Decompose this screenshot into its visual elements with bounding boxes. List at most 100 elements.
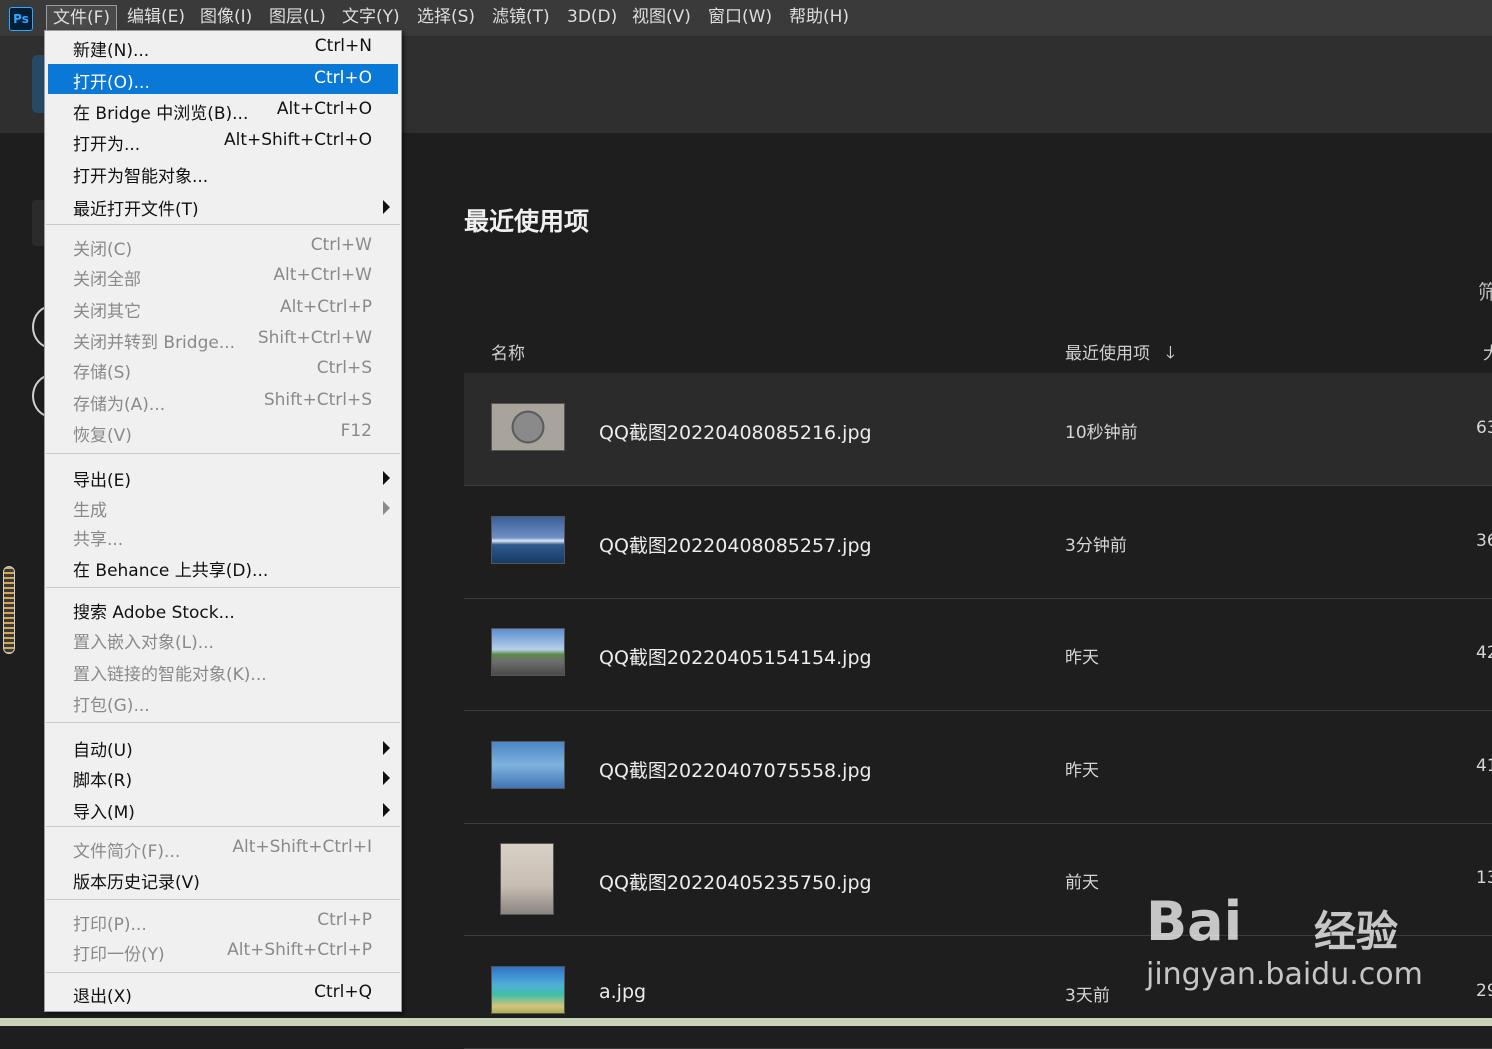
file-menu-item-label: 打印(P)... [73, 915, 147, 935]
file-menu-item-label: 存储为(A)... [73, 395, 166, 415]
file-menu-item-label: 文件简介(F)... [73, 842, 181, 862]
file-menu-item-label: 新建(N)... [73, 41, 150, 61]
baidu-watermark: Bai 经验 jingyan.baidu.com [1146, 862, 1423, 997]
file-thumbnail[interactable] [491, 403, 565, 451]
recent-file-row[interactable]: QQ截图20220408085257.jpg 3分钟前 36 [464, 486, 1492, 599]
column-header-recent[interactable]: 最近使用项 [1065, 339, 1150, 364]
submenu-arrow-icon [383, 771, 390, 785]
submenu-arrow-icon [383, 741, 390, 755]
file-menu-item-label: 脚本(R) [73, 771, 133, 791]
column-header-size[interactable]: 大 [1483, 339, 1492, 364]
file-thumbnail[interactable] [500, 843, 554, 915]
file-recent-time: 前天 [1065, 873, 1099, 893]
file-menu-item[interactable]: 打开为智能对象... [48, 158, 398, 188]
file-menu-item[interactable]: 在 Behance 上共享(D)... [48, 552, 398, 582]
menubar-item[interactable]: 3D(D) [561, 5, 623, 30]
file-name[interactable]: QQ截图20220408085216.jpg [599, 418, 872, 445]
file-menu-item-label: 关闭全部 [73, 270, 141, 290]
menubar-item[interactable]: 帮助(H) [783, 5, 855, 30]
menu-separator [46, 722, 400, 723]
file-menu-item-label: 打包(G)... [73, 696, 150, 716]
file-menu-item[interactable]: 关闭全部 Alt+Ctrl+W [48, 261, 398, 291]
file-size: 63 [1476, 418, 1492, 438]
file-menu-item[interactable]: 恢复(V) F12 [48, 417, 398, 447]
file-menu-item-label: 存储(S) [73, 363, 132, 383]
file-menu-item[interactable]: 关闭并转到 Bridge... Shift+Ctrl+W [48, 324, 398, 354]
file-menu-item[interactable]: 生成 [48, 492, 398, 522]
file-size: 13 [1476, 868, 1492, 888]
file-menu-item-shortcut: Alt+Ctrl+P [279, 297, 372, 317]
filter-label[interactable]: 筛 [1478, 276, 1492, 305]
file-menu-item[interactable]: 打印一份(Y) Alt+Shift+Ctrl+P [48, 936, 398, 966]
file-menu-item-shortcut: F12 [340, 421, 372, 441]
file-menu-item[interactable]: 自动(U) [48, 732, 398, 762]
file-menu-item-label: 关闭并转到 Bridge... [73, 333, 236, 353]
file-menu-item-label: 版本历史记录(V) [73, 873, 200, 893]
file-thumbnail[interactable] [491, 628, 565, 676]
file-menu-item[interactable]: 关闭其它 Alt+Ctrl+P [48, 293, 398, 323]
file-menu-item[interactable]: 新建(N)... Ctrl+N [48, 32, 398, 62]
menubar-item[interactable]: 图层(L) [263, 5, 332, 30]
menubar-item[interactable]: 选择(S) [411, 5, 481, 30]
file-name[interactable]: QQ截图20220405235750.jpg [599, 868, 872, 895]
submenu-arrow-icon [383, 200, 390, 214]
file-menu-item[interactable]: 共享... [48, 521, 398, 551]
file-menu-item-label: 关闭(C) [73, 240, 133, 260]
column-header-name[interactable]: 名称 [491, 339, 525, 364]
file-menu-item[interactable]: 打印(P)... Ctrl+P [48, 906, 398, 936]
file-name[interactable]: a.jpg [599, 981, 646, 1003]
file-menu-item-label: 导入(M) [73, 803, 135, 823]
menubar-item[interactable]: 视图(V) [626, 5, 697, 30]
file-menu-item[interactable]: 导出(E) [48, 462, 398, 492]
file-menu-item-shortcut: Alt+Shift+Ctrl+P [227, 940, 372, 960]
file-menu-item[interactable]: 退出(X) Ctrl+Q [48, 978, 398, 1008]
file-menu-item-label: 关闭其它 [73, 302, 141, 322]
menu-separator [46, 899, 400, 900]
file-menu-item[interactable]: 存储为(A)... Shift+Ctrl+S [48, 386, 398, 416]
file-menu-item[interactable]: 文件简介(F)... Alt+Shift+Ctrl+I [48, 833, 398, 863]
file-menu-item[interactable]: 存储(S) Ctrl+S [48, 354, 398, 384]
file-size: 41 [1476, 756, 1492, 776]
recent-file-row[interactable]: QQ截图20220405154154.jpg 昨天 42 [464, 598, 1492, 711]
file-menu-item[interactable]: 置入嵌入对象(L)... [48, 624, 398, 654]
file-menu-item-label: 导出(E) [73, 471, 132, 491]
file-thumbnail[interactable] [491, 966, 565, 1014]
menubar-item[interactable]: 文字(Y) [336, 5, 406, 30]
menu-separator [46, 453, 400, 454]
menubar-item[interactable]: 编辑(E) [121, 5, 191, 30]
file-menu-item-label: 在 Bridge 中浏览(B)... [73, 104, 249, 124]
recent-file-row[interactable]: QQ截图20220407075558.jpg 昨天 41 [464, 711, 1492, 824]
photoshop-logo-icon: Ps [9, 7, 33, 31]
file-menu-item[interactable]: 打开为... Alt+Shift+Ctrl+O [48, 126, 398, 156]
menubar-item[interactable]: 文件(F) [46, 5, 118, 32]
file-menu-item[interactable]: 置入链接的智能对象(K)... [48, 656, 398, 686]
menubar-item[interactable]: 滤镜(T) [486, 5, 556, 30]
file-name[interactable]: QQ截图20220408085257.jpg [599, 531, 872, 558]
menubar-item[interactable]: 窗口(W) [702, 5, 778, 30]
file-menu-item-label: 生成 [73, 501, 107, 521]
file-recent-time: 昨天 [1065, 648, 1099, 668]
file-menu-item-shortcut: Alt+Ctrl+O [276, 99, 372, 119]
sort-down-icon[interactable]: 🡓 [1166, 340, 1175, 369]
file-menu-item[interactable]: 在 Bridge 中浏览(B)... Alt+Ctrl+O [48, 95, 398, 125]
file-menu-item[interactable]: 搜索 Adobe Stock... [48, 594, 398, 624]
recent-file-row[interactable]: QQ截图20220408085216.jpg 10秒钟前 63 [464, 373, 1492, 486]
file-menu-item[interactable]: 最近打开文件(T) [48, 191, 398, 221]
file-size: 42 [1476, 643, 1492, 663]
file-menu-item[interactable]: 关闭(C) Ctrl+W [48, 231, 398, 261]
file-name[interactable]: QQ截图20220405154154.jpg [599, 643, 872, 670]
file-menu-item[interactable]: 版本历史记录(V) [48, 864, 398, 894]
file-thumbnail[interactable] [491, 741, 565, 789]
file-menu-item[interactable]: 打包(G)... [48, 687, 398, 717]
panel-resize-handle[interactable] [3, 566, 15, 654]
file-menu-item-shortcut: Alt+Shift+Ctrl+O [223, 130, 372, 150]
file-thumbnail[interactable] [491, 516, 565, 564]
file-menu-item[interactable]: 打开(O)... Ctrl+O [48, 64, 398, 94]
file-name[interactable]: QQ截图20220407075558.jpg [599, 756, 872, 783]
menubar-item[interactable]: 图像(I) [194, 5, 258, 30]
file-menu-item[interactable]: 导入(M) [48, 794, 398, 824]
file-menu-item-shortcut: Shift+Ctrl+W [257, 328, 372, 348]
file-menu-item-label: 共享... [73, 530, 124, 550]
submenu-arrow-icon [383, 803, 390, 817]
file-menu-item[interactable]: 脚本(R) [48, 762, 398, 792]
